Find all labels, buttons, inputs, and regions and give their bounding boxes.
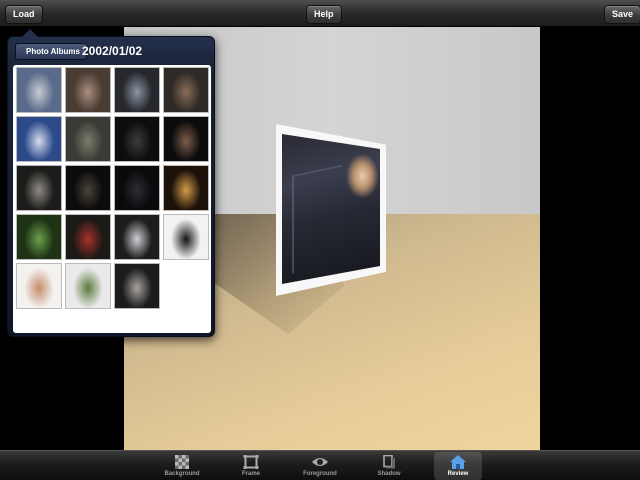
photo-frame[interactable] [276,124,386,296]
checker-icon [175,455,189,469]
photo-thumbnail[interactable] [65,116,111,162]
eye-icon [312,458,328,466]
tab-foreground[interactable]: Foreground [296,452,344,480]
framed-photo [282,134,380,284]
photo-thumbnail[interactable] [65,263,111,309]
load-button[interactable]: Load [5,5,43,24]
tab-frame[interactable]: Frame [227,452,275,480]
house-icon [450,455,466,469]
tab-background-label: Background [164,471,200,477]
photo-thumbnail[interactable] [65,165,111,211]
tab-background[interactable]: Background [158,452,206,480]
photo-thumbnail[interactable] [16,67,62,113]
photo-thumbnail[interactable] [163,165,209,211]
photo-albums-back-button[interactable]: Photo Albums [15,43,87,60]
photo-thumbnail-grid [13,65,211,333]
photo-thumbnail[interactable] [114,214,160,260]
tab-shadow-label: Shadow [377,471,401,477]
tab-review-label: Review [447,471,469,477]
photo-thumbnail[interactable] [65,214,111,260]
photo-thumbnail[interactable] [163,67,209,113]
shadow-icon [383,455,395,469]
photo-thumbnail[interactable] [65,67,111,113]
tab-foreground-label: Foreground [303,471,337,477]
tab-shadow[interactable]: Shadow [365,452,413,480]
frame-icon [243,455,259,469]
tab-review[interactable]: Review [434,452,482,480]
photo-picker-popover: Photo Albums 2002/01/02 [7,29,215,337]
photo-thumbnail[interactable] [163,214,209,260]
photo-thumbnail[interactable] [16,214,62,260]
photo-thumbnail[interactable] [114,165,160,211]
top-toolbar: Load Help Save [0,0,640,27]
popover-title: 2002/01/02 [82,44,143,58]
popover-arrow [22,29,38,37]
photo-thumbnail[interactable] [114,263,160,309]
photo-thumbnail[interactable] [16,116,62,162]
save-button[interactable]: Save [604,5,640,24]
photo-thumbnail[interactable] [16,263,62,309]
bottom-tab-bar: Background Frame Foreground Shadow Revie… [0,450,640,480]
photo-thumbnail[interactable] [16,165,62,211]
help-button[interactable]: Help [306,5,342,24]
tab-frame-label: Frame [241,471,260,477]
photo-thumbnail[interactable] [114,116,160,162]
photo-thumbnail[interactable] [114,67,160,113]
photo-thumbnail[interactable] [163,116,209,162]
